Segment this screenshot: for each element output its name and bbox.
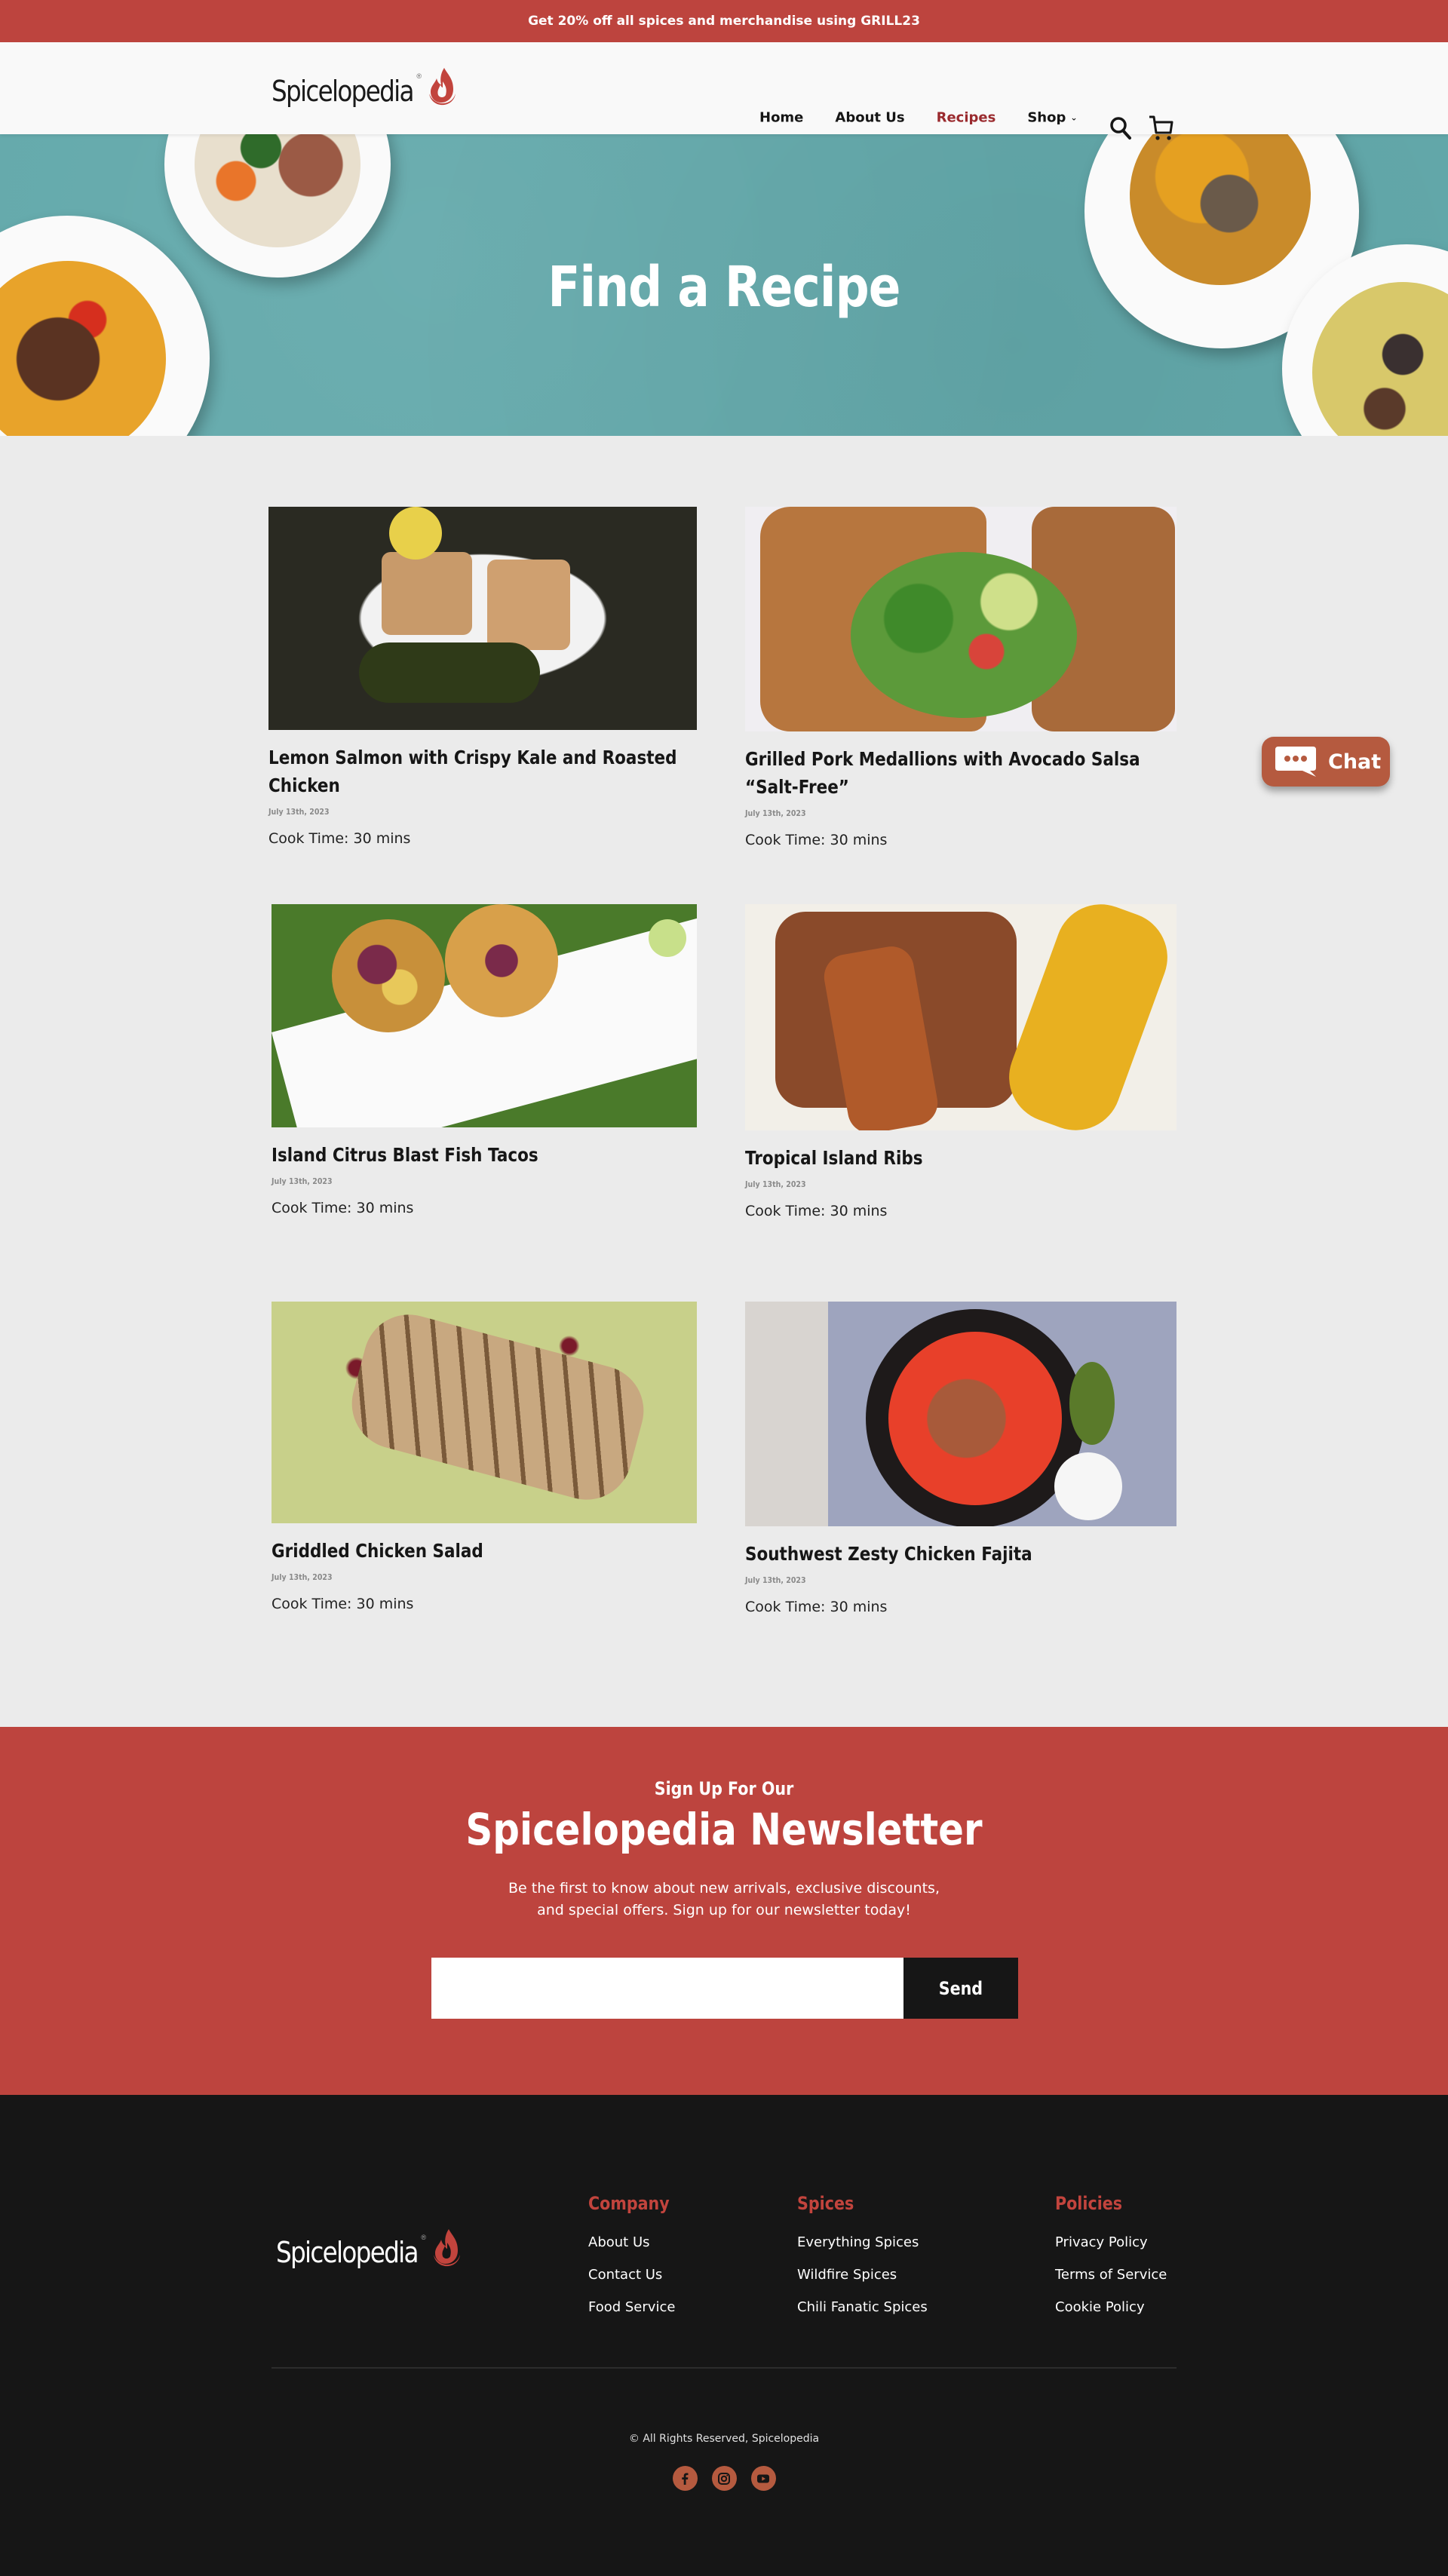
recipe-cook-time: Cook Time: 30 mins	[745, 832, 888, 848]
recipe-image[interactable]	[745, 904, 1176, 1130]
recipe-image[interactable]	[272, 904, 697, 1127]
flame-icon	[428, 68, 456, 106]
search-icon[interactable]	[1109, 115, 1134, 142]
copyright-text: © All Rights Reserved, Spicelopedia	[628, 2433, 820, 2445]
nav-about-us[interactable]: About Us	[835, 110, 904, 126]
nav-recipes-label: Recipes	[936, 109, 996, 126]
nav-about-label: About Us	[835, 109, 905, 126]
send-button-label: Send	[938, 1977, 983, 1999]
recipe-cook-time: Cook Time: 30 mins	[745, 1599, 888, 1615]
newsletter-send-button[interactable]: Send	[903, 1958, 1018, 2019]
footer-logo[interactable]: Spicelopedia ®	[276, 2228, 462, 2267]
newsletter-description-line: Be the first to know about new arrivals,…	[508, 1880, 940, 1897]
recipe-title[interactable]: Griddled Chicken Salad	[272, 1537, 700, 1565]
recipe-card[interactable]: Lemon Salmon with Crispy Kale and Roaste…	[268, 507, 706, 847]
registered-mark: ®	[416, 72, 422, 80]
recipe-title[interactable]: Tropical Island Ribs	[745, 1144, 1173, 1172]
recipe-date: July 13th, 2023	[272, 1176, 333, 1186]
newsletter-email-input[interactable]	[431, 1958, 903, 2019]
footer-column-company: Company About Us Contact Us Food Service	[588, 2193, 683, 2323]
newsletter-section: Sign Up For Our Spicelopedia Newsletter …	[0, 1727, 1448, 2095]
recipe-image[interactable]	[268, 507, 697, 730]
main-nav: Home About Us Recipes Shop ⌄	[759, 110, 1109, 126]
newsletter-description: Be the first to know about new arrivals,…	[0, 1878, 1448, 1921]
page-title: Find a Recipe	[548, 255, 900, 320]
recipe-title[interactable]: Lemon Salmon with Crispy Kale and Roaste…	[268, 744, 697, 799]
footer-link[interactable]: Chili Fanatic Spices	[797, 2291, 928, 2323]
newsletter-title: Spicelopedia Newsletter	[465, 1804, 983, 1855]
nav-recipes[interactable]: Recipes	[937, 110, 996, 126]
promo-text: Get 20% off all spices and merchandise u…	[528, 14, 920, 29]
footer-link[interactable]: Wildfire Spices	[797, 2259, 928, 2291]
recipe-date: July 13th, 2023	[268, 807, 330, 817]
youtube-icon	[757, 2474, 769, 2482]
flame-icon	[433, 2229, 460, 2267]
recipe-cook-time: Cook Time: 30 mins	[745, 1203, 888, 1219]
recipe-date: July 13th, 2023	[745, 1575, 806, 1585]
recipe-title[interactable]: Island Citrus Blast Fish Tacos	[272, 1141, 700, 1169]
hero-plate-image	[0, 216, 210, 436]
recipe-image[interactable]	[272, 1302, 697, 1523]
recipe-date: July 13th, 2023	[745, 808, 806, 818]
footer-column-heading: Policies	[1055, 2193, 1123, 2214]
recipe-card[interactable]: Griddled Chicken Salad July 13th, 2023 C…	[272, 1302, 709, 1612]
footer-link[interactable]: Privacy Policy	[1055, 2226, 1167, 2259]
instagram-icon	[718, 2472, 730, 2485]
recipe-date: July 13th, 2023	[272, 1572, 333, 1582]
footer-link[interactable]: Food Service	[588, 2291, 683, 2323]
recipe-card[interactable]: Tropical Island Ribs July 13th, 2023 Coo…	[745, 904, 1183, 1219]
recipe-date: July 13th, 2023	[745, 1179, 806, 1189]
nav-home-label: Home	[759, 109, 804, 126]
footer-link[interactable]: Contact Us	[588, 2259, 683, 2291]
site-footer: Spicelopedia ® Company About Us Contact …	[0, 2095, 1448, 2576]
facebook-link[interactable]	[672, 2466, 698, 2491]
nav-shop-label: Shop	[1027, 109, 1066, 126]
footer-link[interactable]: Cookie Policy	[1055, 2291, 1167, 2323]
recipe-title[interactable]: Grilled Pork Medallions with Avocado Sal…	[745, 745, 1173, 801]
newsletter-description-line: and special offers. Sign up for our news…	[537, 1902, 911, 1918]
recipe-title[interactable]: Southwest Zesty Chicken Fajita	[745, 1540, 1173, 1568]
header-icons	[1109, 115, 1173, 142]
social-links	[0, 2466, 1448, 2491]
footer-link[interactable]: Everything Spices	[797, 2226, 928, 2259]
hero-banner: Find a Recipe	[0, 134, 1448, 436]
recipe-grid: Lemon Salmon with Crispy Kale and Roaste…	[0, 436, 1448, 1727]
recipe-cook-time: Cook Time: 30 mins	[268, 830, 411, 847]
cart-icon[interactable]	[1148, 115, 1173, 142]
youtube-link[interactable]	[750, 2466, 776, 2491]
nav-home[interactable]: Home	[759, 110, 803, 126]
nav-shop[interactable]: Shop ⌄	[1027, 110, 1077, 126]
footer-divider	[272, 2367, 1176, 2369]
chat-button[interactable]: Chat	[1262, 737, 1390, 787]
newsletter-kicker: Sign Up For Our	[654, 1778, 794, 1799]
footer-column-policies: Policies Privacy Policy Terms of Service…	[1055, 2193, 1167, 2323]
footer-link[interactable]: About Us	[588, 2226, 683, 2259]
logo-text: Spicelopedia	[272, 75, 414, 108]
recipe-card[interactable]: Southwest Zesty Chicken Fajita July 13th…	[745, 1302, 1183, 1615]
chat-bubble-icon	[1275, 747, 1316, 777]
recipe-cook-time: Cook Time: 30 mins	[272, 1596, 414, 1612]
chat-label: Chat	[1328, 750, 1382, 774]
facebook-icon	[682, 2473, 689, 2485]
recipe-card[interactable]: Grilled Pork Medallions with Avocado Sal…	[745, 507, 1183, 848]
instagram-link[interactable]	[711, 2466, 737, 2491]
footer-link[interactable]: Terms of Service	[1055, 2259, 1167, 2291]
recipe-card[interactable]: Island Citrus Blast Fish Tacos July 13th…	[272, 904, 709, 1216]
registered-mark: ®	[421, 2234, 426, 2241]
chevron-down-icon: ⌄	[1070, 112, 1078, 123]
recipe-image[interactable]	[745, 1302, 1176, 1526]
recipe-image[interactable]	[745, 507, 1176, 731]
promo-banner: Get 20% off all spices and merchandise u…	[0, 0, 1448, 42]
footer-column-heading: Company	[588, 2193, 670, 2214]
site-header: Spicelopedia ® Home About Us Recipes Sho…	[0, 42, 1448, 140]
footer-logo-text: Spicelopedia	[276, 2236, 419, 2269]
footer-column-heading: Spices	[797, 2193, 854, 2214]
footer-column-spices: Spices Everything Spices Wildfire Spices…	[797, 2193, 928, 2323]
site-logo[interactable]: Spicelopedia ®	[272, 66, 458, 106]
recipe-cook-time: Cook Time: 30 mins	[272, 1200, 414, 1216]
newsletter-form: Send	[431, 1958, 1018, 2019]
